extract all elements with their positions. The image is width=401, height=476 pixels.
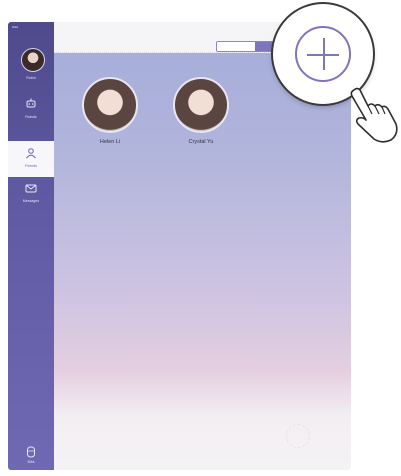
bibs-icon <box>23 446 39 458</box>
robot-icon <box>23 98 39 110</box>
messages-icon <box>23 183 39 195</box>
sidebar-item-label: Messages <box>22 199 40 203</box>
contact-name: Helen Li <box>99 139 121 145</box>
sidebar-item-friends[interactable]: Friends <box>8 141 54 177</box>
watermark-logo <box>286 424 310 448</box>
sidebar-item-label: Bibs <box>27 460 35 464</box>
segment-option-1[interactable] <box>217 42 255 51</box>
contact-avatar <box>173 77 229 133</box>
friends-icon <box>23 147 39 159</box>
contact-name: Crystal Yu <box>188 139 214 145</box>
sidebar-item-label: Robots <box>25 115 37 119</box>
contact-card[interactable]: Crystal Yu <box>171 77 231 145</box>
profile-avatar[interactable] <box>21 48 45 72</box>
status-bar-text: iPad <box>12 25 19 29</box>
tap-hand-icon <box>350 87 398 143</box>
add-friend-button[interactable] <box>295 26 351 82</box>
contact-card[interactable]: Helen Li <box>80 77 140 145</box>
sidebar: iPad Robin Robots Friends Messages Bibs <box>8 22 54 470</box>
profile-label: Robin <box>26 76 36 80</box>
contact-avatar <box>82 77 138 133</box>
sidebar-item-label: Friends <box>25 164 37 168</box>
